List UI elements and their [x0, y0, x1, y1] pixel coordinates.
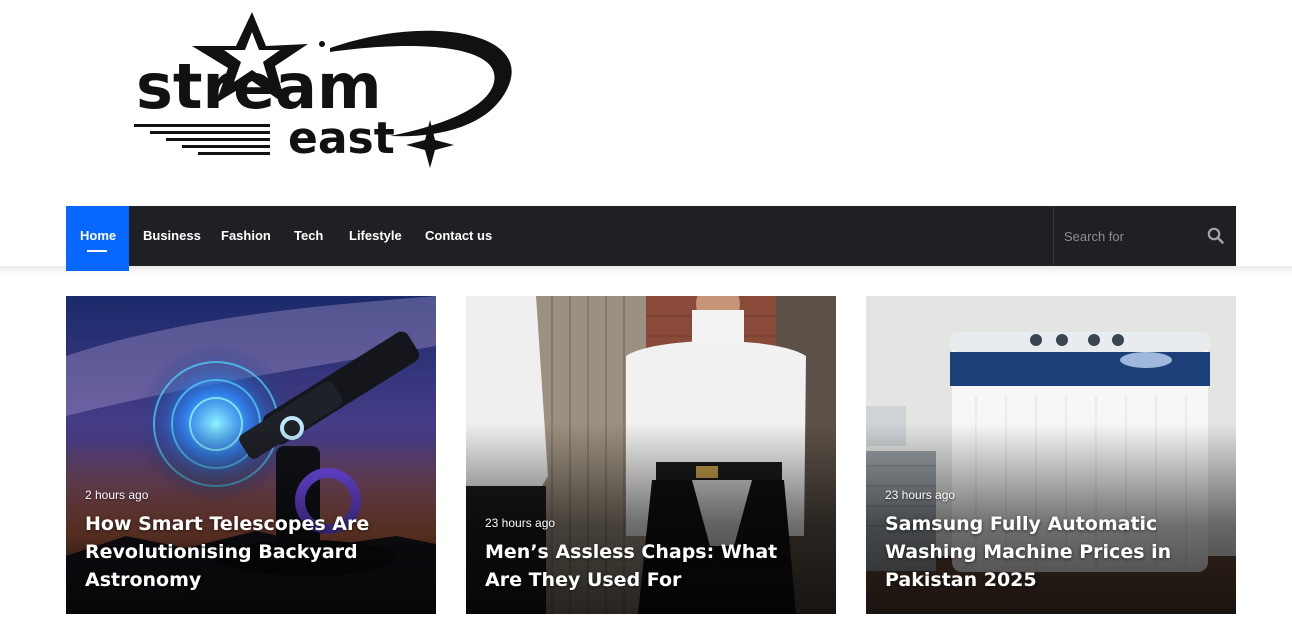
- article-time: 23 hours ago: [885, 488, 956, 502]
- nav-item-fashion[interactable]: Fashion: [221, 206, 271, 266]
- article-title[interactable]: Samsung Fully Automatic Washing Machine …: [885, 510, 1215, 594]
- article-title[interactable]: How Smart Telescopes Are Revolutionising…: [85, 510, 415, 594]
- search-icon[interactable]: [1206, 226, 1226, 246]
- article-card[interactable]: 23 hours ago Men’s Assless Chaps: What A…: [466, 296, 836, 614]
- logo-wordmark-east: east: [288, 113, 395, 164]
- nav-item-tech[interactable]: Tech: [294, 206, 323, 266]
- nav-item-contact-us[interactable]: Contact us: [425, 206, 492, 266]
- search-box: [1053, 206, 1236, 266]
- site-header: stream east: [0, 0, 1292, 206]
- article-title[interactable]: Men’s Assless Chaps: What Are They Used …: [485, 538, 815, 594]
- nav-item-label: Home: [80, 228, 117, 243]
- nav-item-label: Contact us: [425, 228, 493, 243]
- main-nav: Home Business Fashion Tech Lifestyle Con…: [66, 206, 1236, 271]
- nav-shadow: [0, 266, 1292, 274]
- search-input[interactable]: [1064, 226, 1204, 246]
- article-time: 23 hours ago: [485, 516, 556, 530]
- nav-item-label: Tech: [294, 228, 324, 243]
- nav-item-home[interactable]: Home: [66, 206, 129, 271]
- nav-item-label: Business: [143, 228, 201, 243]
- article-time: 2 hours ago: [85, 488, 149, 502]
- nav-item-business[interactable]: Business: [143, 206, 201, 266]
- nav-item-lifestyle[interactable]: Lifestyle: [349, 206, 402, 266]
- site-logo[interactable]: stream east: [130, 8, 520, 173]
- nav-item-label: Lifestyle: [349, 228, 402, 243]
- nav-item-label: Fashion: [221, 228, 271, 243]
- article-card[interactable]: 2 hours ago How Smart Telescopes Are Rev…: [66, 296, 436, 614]
- article-card[interactable]: 23 hours ago Samsung Fully Automatic Was…: [866, 296, 1236, 614]
- active-indicator: [87, 250, 107, 252]
